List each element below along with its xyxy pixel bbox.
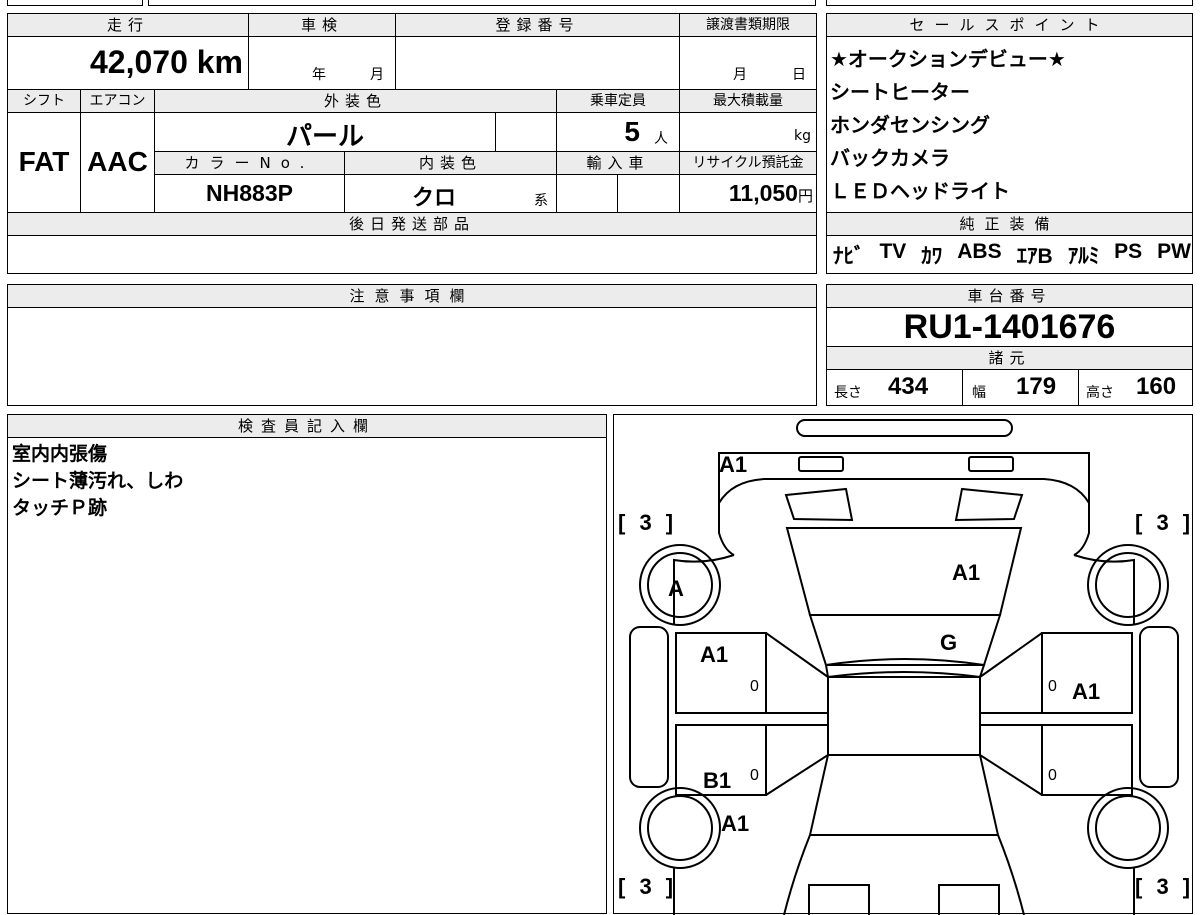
import-cell-left <box>556 174 618 213</box>
reg-number-cell <box>395 36 680 90</box>
top-strip-cell <box>148 0 816 6</box>
sales-point-item: ＬＥＤヘッドライト <box>830 179 1010 203</box>
max-load-unit: kg <box>794 128 811 144</box>
width-value: 179 <box>1016 373 1057 400</box>
sales-point-item: シートヒーター <box>830 80 970 104</box>
sales-point-item: ホンダセンシング <box>830 113 990 137</box>
recycle-value: 11,050円 <box>728 180 813 206</box>
mileage-value: 42,070 km <box>89 44 243 80</box>
length-value: 434 <box>888 373 929 400</box>
shift-header: シフト <box>7 89 81 113</box>
genuine-equipment-list: ﾅﾋﾞ TV ｶﾜ ABS ｴｱB ｱﾙﾐ PS PW <box>833 240 1191 270</box>
dimensions-header: 諸元 <box>826 346 1193 370</box>
shaken-header: 車検 <box>248 13 396 37</box>
inspector-header: 検査員記入欄 <box>7 414 607 438</box>
damage-mark-rear-bumper: A1 <box>719 452 748 477</box>
chassis-number: RU1-1401676 <box>903 308 1116 346</box>
interior-color-suffix: 系 <box>534 193 548 209</box>
mileage-header: 走行 <box>7 13 249 37</box>
equipment-leather: ｶﾜ <box>921 245 943 268</box>
equipment-tv: TV <box>879 240 907 263</box>
damage-mark-left-rear-quarter: A1 <box>721 811 750 836</box>
later-parts-header: 後日発送部品 <box>7 212 817 236</box>
inspector-note-line: タッチＰ跡 <box>12 497 108 519</box>
inspector-note-line: 室内内張傷 <box>12 443 108 465</box>
width-label: 幅 <box>972 385 986 401</box>
tire-tread-bottom-left: [ 3 ] <box>618 874 678 899</box>
notes-header: 注意事項欄 <box>7 284 817 308</box>
shift-value: FAT <box>18 146 70 177</box>
top-strip-cell <box>826 0 1193 6</box>
length-label: 長さ <box>834 385 862 401</box>
tire-tread-bottom-right: [ 3 ] <box>1135 874 1195 899</box>
later-parts-cell <box>7 235 817 274</box>
inspector-note-line: シート薄汚れ、しわ <box>12 470 184 492</box>
shaken-month-label: 月 <box>370 67 384 83</box>
height-label: 高さ <box>1086 385 1114 401</box>
sales-point-item: バックカメラ <box>830 146 950 170</box>
panel-zero-left-lower: 0 <box>750 767 759 784</box>
damage-mark-left-front-wheel: A <box>668 576 684 601</box>
max-load-header: 最大積載量 <box>679 89 817 113</box>
interior-color-header: 内装色 <box>344 151 557 175</box>
reg-number-header: 登録番号 <box>395 13 680 37</box>
color-no-value: NH883P <box>206 180 293 206</box>
genuine-equipment-header: 純正装備 <box>826 212 1193 236</box>
damage-mark-windshield: G <box>940 630 958 655</box>
panel-zero-right-lower: 0 <box>1048 767 1057 784</box>
transfer-month-label: 月 <box>733 67 747 83</box>
chassis-header: 車台番号 <box>826 284 1193 308</box>
equipment-alloy: ｱﾙﾐ <box>1067 245 1100 268</box>
tire-tread-top-left: [ 3 ] <box>618 510 678 535</box>
damage-mark-left-fender: A1 <box>700 642 729 667</box>
exterior-color-sub-cell <box>495 112 557 152</box>
aircon-value: AAC <box>87 146 148 177</box>
equipment-navi: ﾅﾋﾞ <box>833 245 865 268</box>
equipment-abs: ABS <box>957 240 1002 263</box>
sales-points-list: ★オークションデビュー★ シートヒーター ホンダセンシング バックカメラ ＬＥＤ… <box>830 43 1190 208</box>
aircon-header: エアコン <box>80 89 155 113</box>
exterior-color-header: 外装色 <box>154 89 557 113</box>
recycle-header: リサイクル預託金 <box>679 151 817 175</box>
equipment-airbag: ｴｱB <box>1016 245 1053 268</box>
sales-point-item: ★オークションデビュー★ <box>830 47 1066 71</box>
damage-mark-right-fender: A1 <box>1072 679 1101 704</box>
color-no-header: カラーNo. <box>154 151 345 175</box>
exterior-color-value: パール <box>285 121 364 151</box>
panel-zero-right-upper: 0 <box>1048 678 1057 695</box>
equipment-pw: PW <box>1157 240 1191 263</box>
interior-color-value: クロ <box>411 185 456 210</box>
top-strip-cell <box>7 0 143 6</box>
height-value: 160 <box>1136 373 1177 400</box>
equipment-ps: PS <box>1114 240 1143 263</box>
capacity-value: 5 <box>624 116 640 147</box>
capacity-header: 乗車定員 <box>556 89 680 113</box>
tire-tread-top-right: [ 3 ] <box>1135 510 1195 535</box>
transfer-day-label: 日 <box>792 67 806 83</box>
damage-mark-left-rear-door: B1 <box>703 768 732 793</box>
import-cell-right <box>617 174 680 213</box>
inspector-notes: 室内内張傷 シート薄汚れ、しわ タッチＰ跡 <box>12 441 602 522</box>
capacity-unit: 人 <box>654 131 668 147</box>
transfer-deadline-header: 譲渡書類期限 <box>679 13 817 37</box>
import-header: 輸入車 <box>556 151 680 175</box>
damage-mark-hood: A1 <box>952 560 981 585</box>
sales-points-header: セールスポイント <box>826 13 1193 37</box>
panel-zero-left-upper: 0 <box>750 678 759 695</box>
shaken-year-label: 年 <box>312 67 326 83</box>
